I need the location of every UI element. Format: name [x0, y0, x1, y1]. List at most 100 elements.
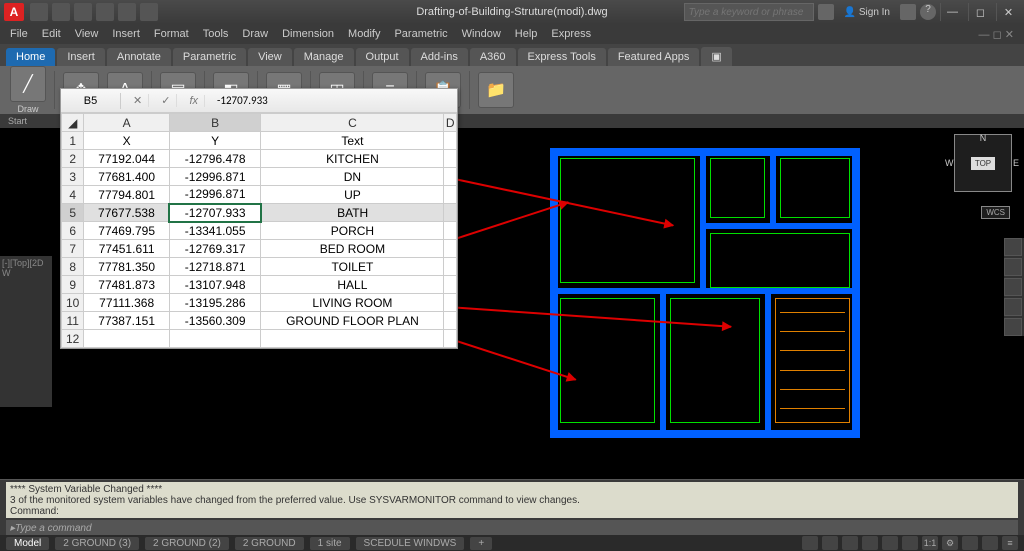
menu-window[interactable]: Window	[462, 28, 501, 40]
tab-home[interactable]: Home	[6, 48, 55, 66]
qat-undo-icon[interactable]	[96, 3, 114, 21]
add-layout-button[interactable]: +	[470, 537, 492, 550]
tab-view[interactable]: View	[248, 48, 292, 66]
nav-wheel-icon[interactable]	[1004, 238, 1022, 256]
tab-more-icon[interactable]: ▣	[701, 47, 731, 66]
tab-featured[interactable]: Featured Apps	[608, 48, 700, 66]
menu-format[interactable]: Format	[154, 28, 189, 40]
menu-edit[interactable]: Edit	[42, 28, 61, 40]
signin-link[interactable]: 👤 Sign In	[844, 7, 890, 18]
document-title: Drafting-of-Building-Struture(modi).dwg	[416, 6, 607, 18]
clean-icon[interactable]	[982, 536, 998, 550]
header-y[interactable]: Y	[169, 132, 260, 150]
excel-overlay: B5 ✕ ✓ fx -12707.933 ◢ A B C D 1 X Y Tex…	[60, 88, 458, 349]
menu-draw[interactable]: Draw	[242, 28, 268, 40]
nav-bar	[1004, 238, 1024, 336]
draw-group-label: Draw	[10, 104, 46, 114]
formula-value[interactable]: -12707.933	[211, 94, 274, 107]
polar-toggle-icon[interactable]	[882, 536, 898, 550]
tab-express[interactable]: Express Tools	[518, 48, 606, 66]
nav-orbit-icon[interactable]	[1004, 298, 1022, 316]
spreadsheet-grid[interactable]: ◢ A B C D 1 X Y Text 277192.044-12796.47…	[61, 113, 457, 348]
menu-collapse-icon[interactable]: — ◻ ✕	[979, 28, 1014, 41]
tab-parametric[interactable]: Parametric	[173, 48, 246, 66]
wcs-label[interactable]: WCS	[981, 206, 1010, 219]
viewcube-w[interactable]: W	[945, 158, 954, 168]
settings-icon[interactable]: ⚙	[942, 536, 958, 550]
tab-addins[interactable]: Add-ins	[411, 48, 468, 66]
model-toggle-icon[interactable]	[802, 536, 818, 550]
menu-parametric[interactable]: Parametric	[394, 28, 447, 40]
menu-dimension[interactable]: Dimension	[282, 28, 334, 40]
qat-open-icon[interactable]	[52, 3, 70, 21]
nav-showmotion-icon[interactable]	[1004, 318, 1022, 336]
search-input[interactable]	[684, 3, 814, 21]
enter-icon[interactable]: ✓	[155, 94, 177, 107]
grid-toggle-icon[interactable]	[822, 536, 838, 550]
layout-tab[interactable]: 2 GROUND (2)	[145, 537, 229, 550]
help-icon[interactable]: ?	[920, 4, 936, 20]
zoom-label[interactable]: 1:1	[922, 536, 938, 550]
titlebar: A Drafting-of-Building-Struture(modi).dw…	[0, 0, 1024, 24]
viewport-label: [-][Top][2D W	[0, 256, 52, 407]
line-tool-icon[interactable]: ╱	[10, 66, 46, 102]
header-text[interactable]: Text	[261, 132, 444, 150]
tab-insert[interactable]: Insert	[57, 48, 105, 66]
menu-modify[interactable]: Modify	[348, 28, 380, 40]
model-tab[interactable]: Model	[6, 537, 49, 550]
qat-redo-icon[interactable]	[118, 3, 136, 21]
viewcube-top[interactable]: TOP	[971, 157, 995, 170]
menu-file[interactable]: File	[10, 28, 28, 40]
viewcube-e[interactable]: E	[1013, 158, 1019, 168]
tab-annotate[interactable]: Annotate	[107, 48, 171, 66]
header-x[interactable]: X	[84, 132, 170, 150]
statusbar: Model 2 GROUND (3) 2 GROUND (2) 2 GROUND…	[0, 535, 1024, 551]
viewcube-n[interactable]: N	[980, 133, 987, 143]
command-input[interactable]: ▸ Type a command	[6, 520, 1018, 536]
maximize-button[interactable]: ◻	[968, 3, 992, 21]
qat-print-icon[interactable]	[140, 3, 158, 21]
name-box[interactable]: B5	[61, 93, 121, 109]
fx-icon[interactable]: fx	[183, 95, 205, 107]
selected-cell[interactable]: -12707.933	[169, 204, 260, 222]
menubar: File Edit View Insert Format Tools Draw …	[0, 24, 1024, 44]
snap-toggle-icon[interactable]	[842, 536, 858, 550]
qat-save-icon[interactable]	[74, 3, 92, 21]
command-window: **** System Variable Changed **** 3 of t…	[0, 479, 1024, 535]
start-tab[interactable]: Start	[8, 116, 27, 126]
layout-tab[interactable]: 2 GROUND (3)	[55, 537, 139, 550]
qat-new-icon[interactable]	[30, 3, 48, 21]
layout-tab[interactable]: SCEDULE WINDWS	[356, 537, 465, 550]
infocenter-icon[interactable]	[818, 4, 834, 20]
menu-help[interactable]: Help	[515, 28, 538, 40]
osnap-toggle-icon[interactable]	[902, 536, 918, 550]
customize-icon[interactable]: ≡	[1002, 536, 1018, 550]
cancel-icon[interactable]: ✕	[127, 94, 149, 107]
menu-express[interactable]: Express	[551, 28, 591, 40]
col-c[interactable]: C	[261, 114, 444, 132]
menu-view[interactable]: View	[75, 28, 99, 40]
isolate-icon[interactable]	[962, 536, 978, 550]
nav-zoom-icon[interactable]	[1004, 278, 1022, 296]
select-all-corner[interactable]: ◢	[62, 114, 84, 132]
layout-tab[interactable]: 2 GROUND	[235, 537, 304, 550]
tab-output[interactable]: Output	[356, 48, 409, 66]
ribbon-tabs: Home Insert Annotate Parametric View Man…	[0, 44, 1024, 66]
nav-pan-icon[interactable]	[1004, 258, 1022, 276]
close-button[interactable]: ✕	[996, 3, 1020, 21]
col-d[interactable]: D	[444, 114, 457, 132]
tab-a360[interactable]: A360	[470, 48, 516, 66]
tab-manage[interactable]: Manage	[294, 48, 354, 66]
viewcube[interactable]: TOP N E W	[954, 134, 1012, 192]
menu-insert[interactable]: Insert	[112, 28, 140, 40]
floor-plan-drawing	[530, 138, 880, 448]
col-a[interactable]: A	[84, 114, 170, 132]
app-logo-icon[interactable]: A	[4, 3, 24, 21]
base-icon[interactable]: 📁	[478, 72, 514, 108]
menu-tools[interactable]: Tools	[203, 28, 229, 40]
minimize-button[interactable]: —	[940, 3, 964, 21]
exchange-icon[interactable]	[900, 4, 916, 20]
col-b[interactable]: B	[169, 114, 260, 132]
layout-tab[interactable]: 1 site	[310, 537, 350, 550]
ortho-toggle-icon[interactable]	[862, 536, 878, 550]
